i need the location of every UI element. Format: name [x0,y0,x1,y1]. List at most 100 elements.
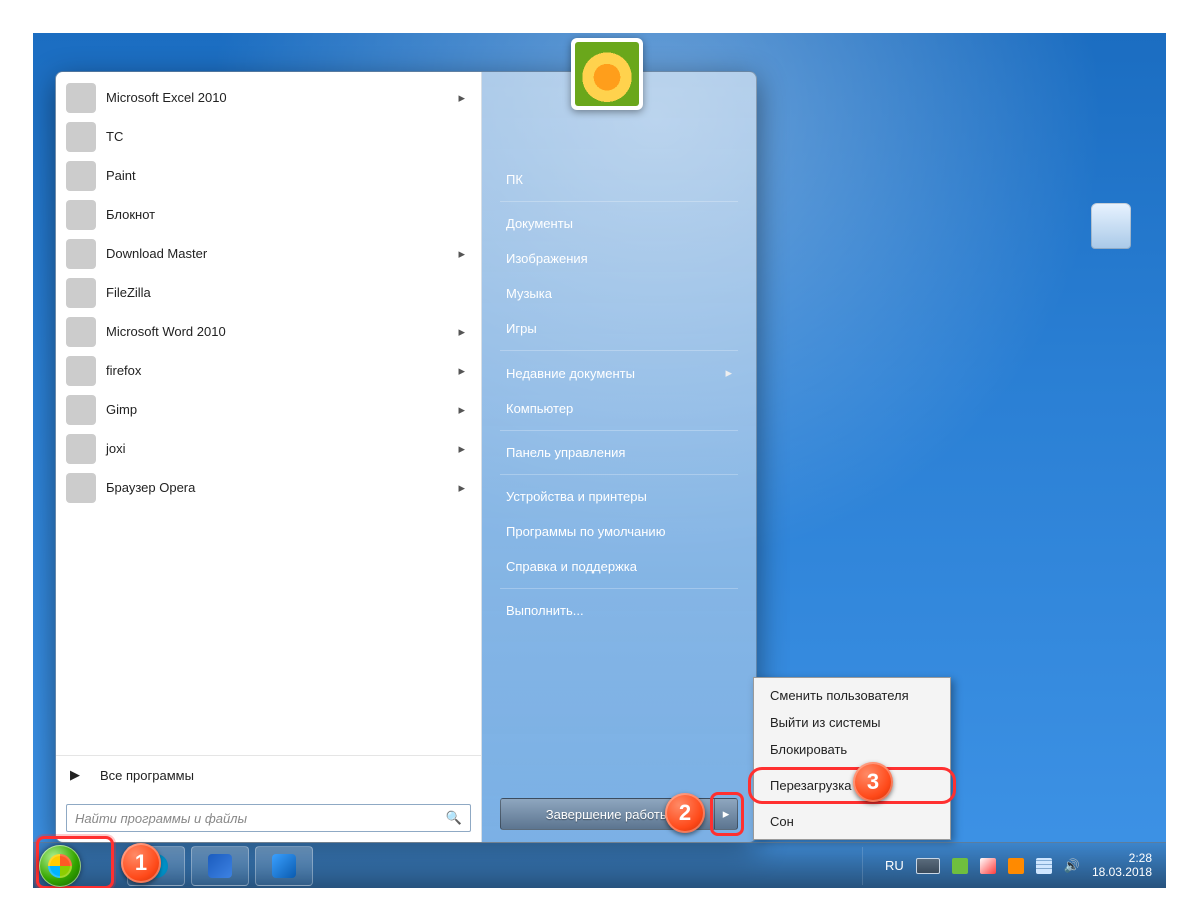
divider [500,588,738,589]
system-tray: RU 🔊 2:28 18.03.2018 [858,847,1166,885]
app-icon [66,200,96,230]
submenu-arrow-icon: ▸ [458,480,465,496]
menu-item-switch-user[interactable]: Сменить пользователя [756,682,948,709]
program-label: joxi [106,441,126,456]
system-link[interactable]: Устройства и принтеры [500,479,738,514]
shutdown-options-arrow[interactable]: ▸ [715,798,738,830]
recycle-bin[interactable] [1086,203,1136,263]
volume-icon[interactable]: 🔊 [1064,858,1080,874]
taskbar-item-word[interactable] [191,846,249,886]
start-menu: Microsoft Excel 2010▸ TC Paint Блокнот Downl… [55,71,757,843]
tray-icon[interactable] [952,858,968,874]
menu-item-restart[interactable]: Перезагрузка [756,772,948,799]
system-link[interactable]: Игры [500,311,738,346]
system-links-list: ПК ДокументыИзображения Музыка Игры Недавние… [500,162,738,628]
program-item[interactable]: Paint [58,156,479,195]
keyboard-icon[interactable] [916,858,940,874]
menu-item-lock[interactable]: Блокировать [756,736,948,763]
submenu-arrow-icon: ▸ [458,441,465,457]
program-item[interactable]: Gimp▸ [58,390,479,429]
program-label: Блокнот [106,207,155,222]
menu-item-label: Перезагрузка [770,778,851,793]
clock-date: 18.03.2018 [1092,866,1152,880]
avatar-image [575,42,639,106]
program-label: Download Master [106,246,207,261]
divider [500,474,738,475]
menu-item-label: Выйти из системы [770,715,881,730]
submenu-arrow-icon: ▸ [725,365,732,381]
menu-item-sleep[interactable]: Сон [756,808,948,835]
program-item[interactable]: firefox ▸ [58,351,479,390]
program-item[interactable]: Microsoft Word 2010▸ [58,312,479,351]
all-programs-arrow-icon: ▶ [70,767,80,783]
system-link[interactable]: Музыка [500,276,738,311]
tray-separator [862,847,869,885]
program-item[interactable]: Блокнот [58,195,479,234]
program-item[interactable]: Download Master ▸ [58,234,479,273]
program-label: TC [106,129,123,144]
menu-item-label: Блокировать [770,742,847,757]
system-link[interactable]: Программы по умолчанию [500,514,738,549]
app-icon [66,317,96,347]
system-link[interactable]: Выполнить... [500,593,738,628]
system-link-label: Музыка [506,286,552,301]
program-item[interactable]: Microsoft Excel 2010▸ [58,78,479,117]
system-link[interactable]: Изображения [500,241,738,276]
network-icon[interactable] [1036,858,1052,874]
start-menu-left-pane: Microsoft Excel 2010▸ TC Paint Блокнот Downl… [56,72,482,842]
tray-security-icon[interactable] [980,858,996,874]
submenu-arrow-icon: ▸ [458,363,465,379]
word-icon [208,854,232,878]
control-panel-icon [272,854,296,878]
search-input[interactable]: Найти программы и файлы 🔍 [66,804,471,832]
system-link-label: ПК [506,172,523,187]
tray-app-icon[interactable] [1008,858,1024,874]
program-label: firefox [106,363,141,378]
language-indicator[interactable]: RU [885,858,904,873]
program-item[interactable]: Браузер Opera ▸ [58,468,479,507]
app-icon [66,395,96,425]
app-icon [66,122,96,152]
program-label: FileZilla [106,285,151,300]
system-link-label: Игры [506,321,537,336]
callout-badge-3: 3 [853,762,893,802]
app-icon [66,278,96,308]
shutdown-label: Завершение работы [546,807,669,822]
menu-item-log-off[interactable]: Выйти из системы [756,709,948,736]
divider [500,201,738,202]
desktop: Microsoft Excel 2010▸ TC Paint Блокнот Downl… [33,33,1166,888]
app-icon [66,356,96,386]
system-link-label: Выполнить... [506,603,584,618]
system-link[interactable]: Документы [500,206,738,241]
search-placeholder: Найти программы и файлы [75,811,247,826]
system-link-label: Панель управления [506,445,625,460]
user-avatar[interactable] [571,38,643,110]
submenu-arrow-icon: ▸ [458,246,465,262]
system-link[interactable]: Компьютер [500,391,738,426]
app-icon [66,161,96,191]
program-item[interactable]: TC [58,117,479,156]
submenu-arrow-icon: ▸ [458,90,465,106]
search-area: Найти программы и файлы 🔍 [56,794,481,842]
recycle-bin-icon [1091,203,1131,249]
system-link-label: Справка и поддержка [506,559,637,574]
clock[interactable]: 2:28 18.03.2018 [1092,852,1152,880]
menu-item-label: Сменить пользователя [770,688,909,703]
system-link[interactable]: Недавние документы▸ [500,355,738,391]
program-item[interactable]: joxi ▸ [58,429,479,468]
start-button[interactable] [39,845,81,887]
program-item[interactable]: FileZilla [58,273,479,312]
app-icon [66,434,96,464]
menu-divider [762,803,942,804]
program-label: Paint [106,168,136,183]
divider [500,350,738,351]
system-link-label: Компьютер [506,401,573,416]
taskbar-item-control-panel[interactable] [255,846,313,886]
taskbar: RU 🔊 2:28 18.03.2018 [33,842,1166,888]
system-link[interactable]: Панель управления [500,435,738,470]
system-link[interactable]: ПК [500,162,738,197]
submenu-arrow-icon: ▸ [458,402,465,418]
system-link[interactable]: Справка и поддержка [500,549,738,584]
program-label: Браузер Opera [106,480,195,495]
all-programs-button[interactable]: ▶ Все программы [56,755,481,794]
